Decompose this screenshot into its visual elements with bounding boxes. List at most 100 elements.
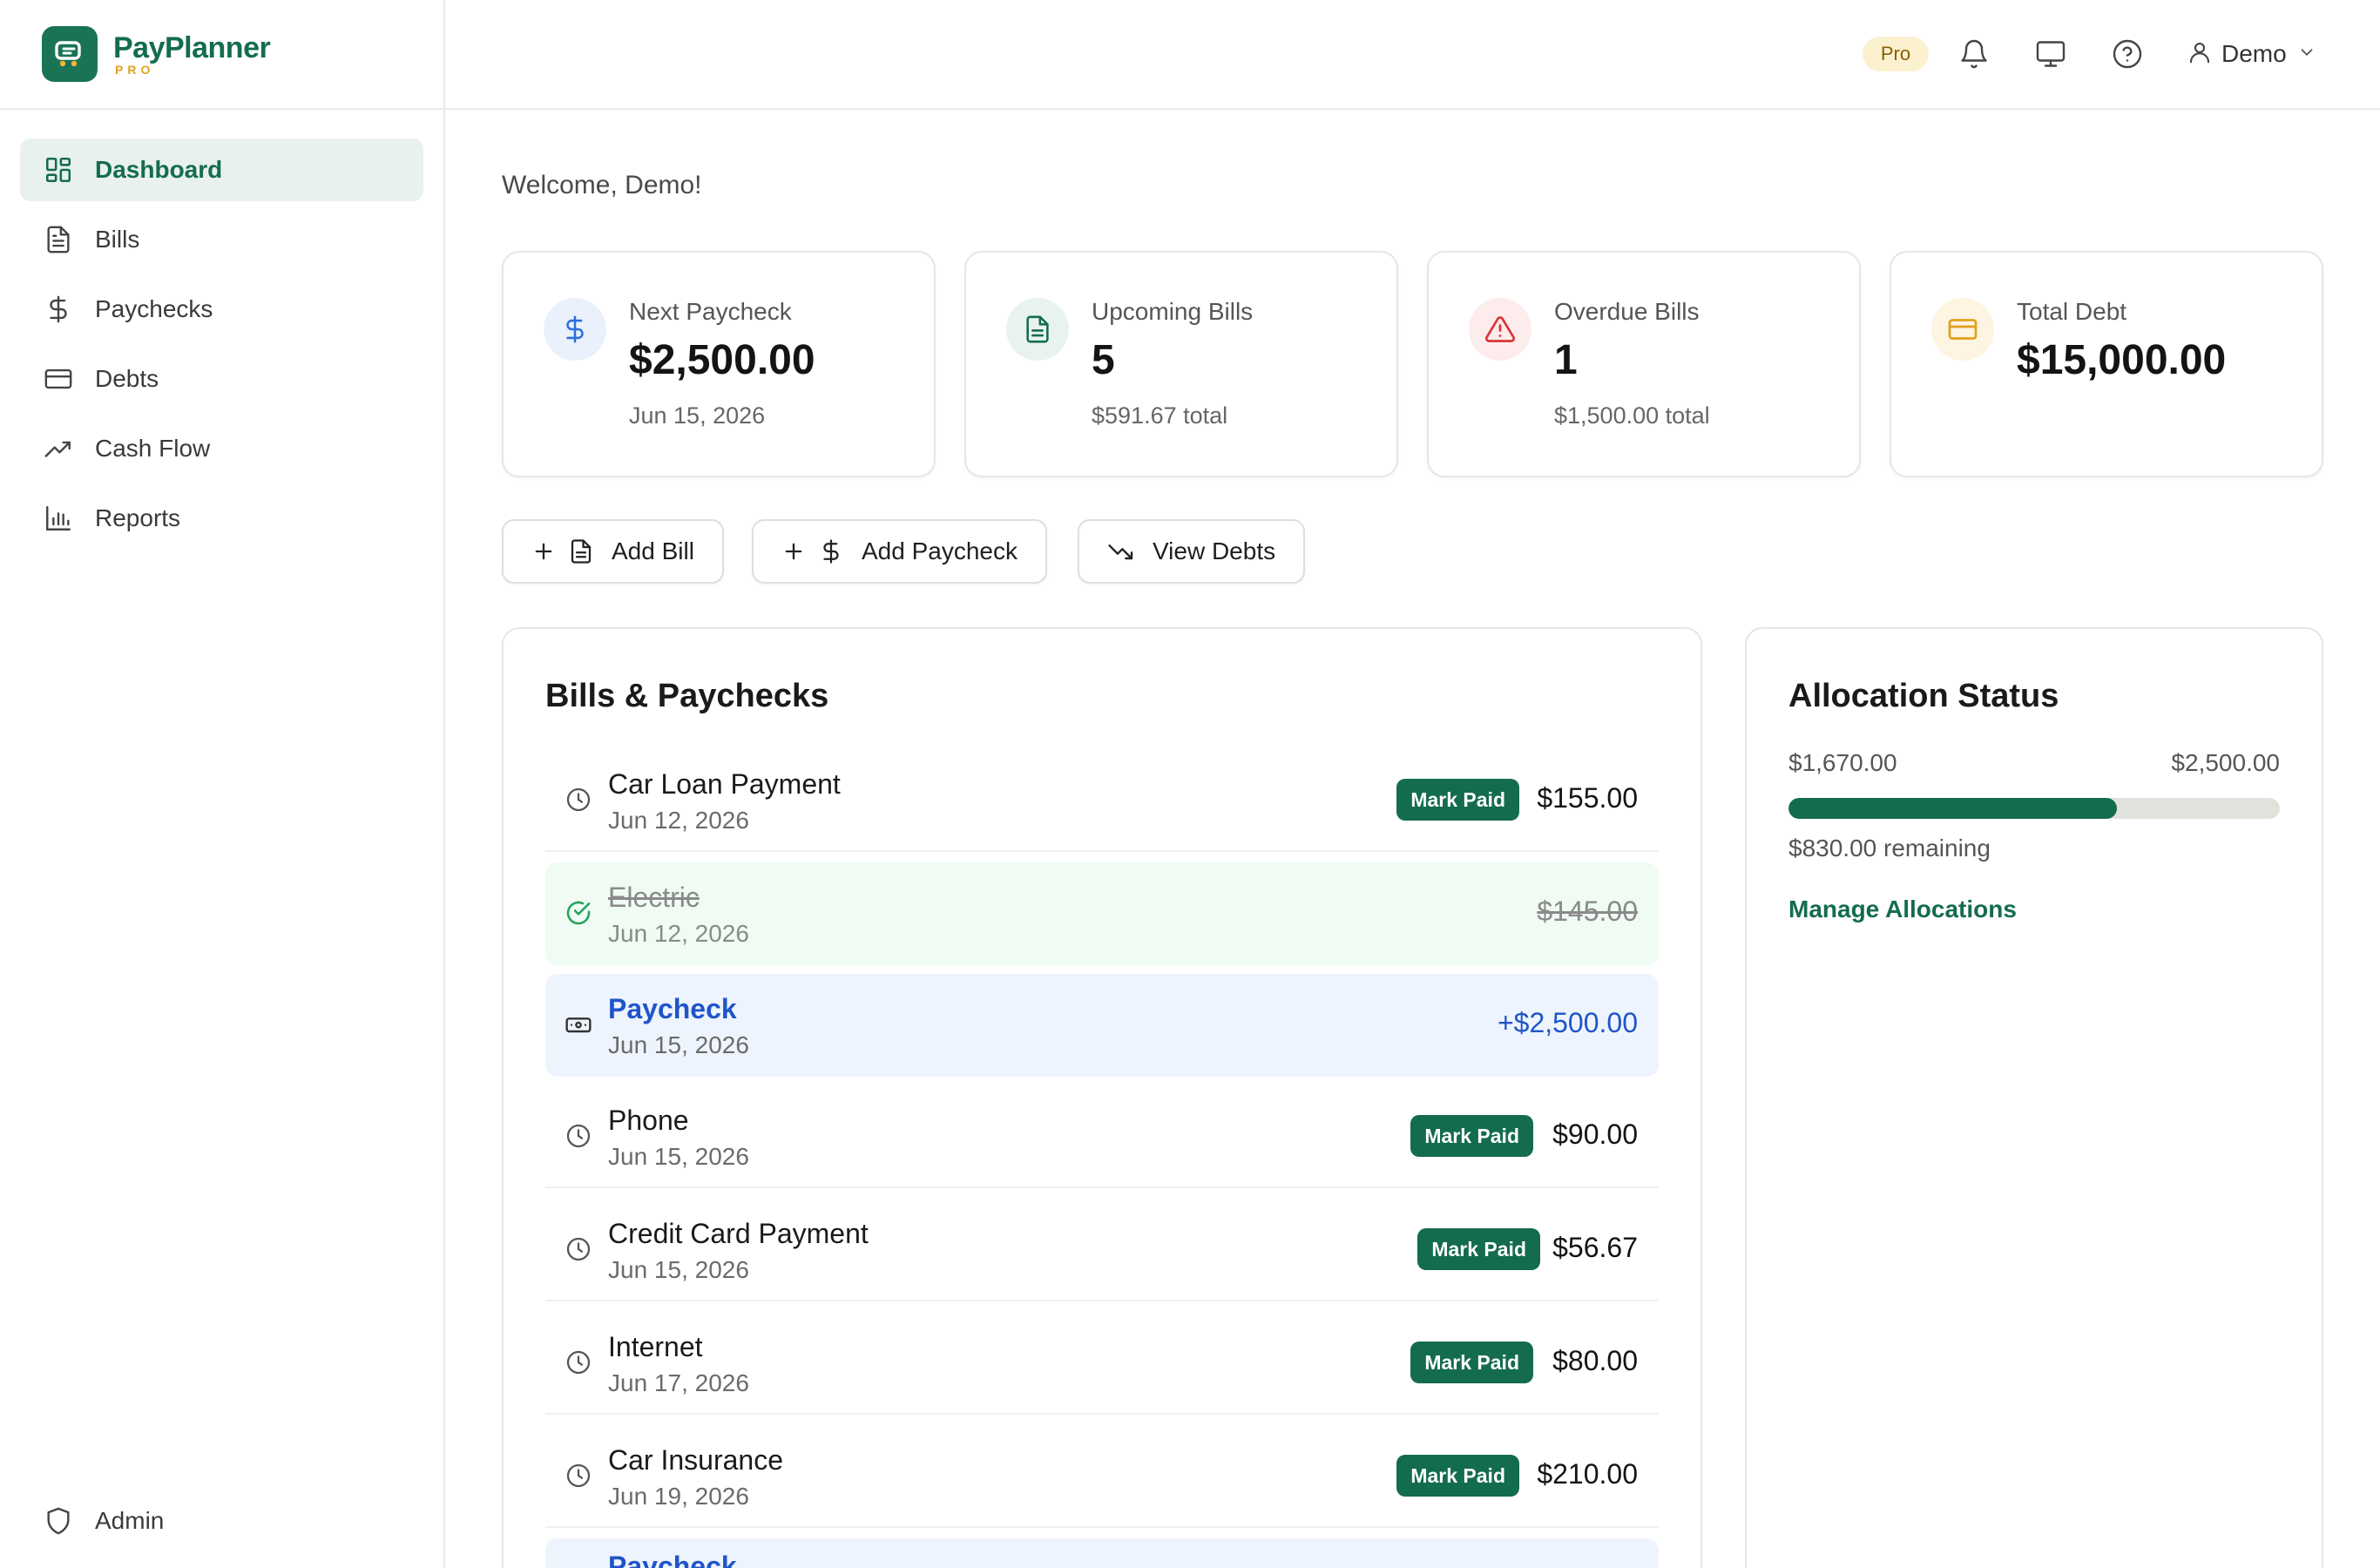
credit-card-icon (43, 363, 74, 395)
item-date: Jun 12, 2026 (608, 920, 749, 947)
item-amount: $210.00 (1537, 1458, 1638, 1490)
sidebar-item-cash-flow[interactable]: Cash Flow (20, 417, 423, 480)
mark-paid-button[interactable]: Mark Paid (1396, 779, 1519, 821)
item-date: Jun 15, 2026 (608, 1031, 749, 1058)
allocation-progress-bar (1788, 798, 2280, 819)
stat-label: Total Debt (2017, 298, 2127, 325)
document-icon (568, 538, 594, 564)
mark-paid-button[interactable]: Mark Paid (1396, 1455, 1519, 1497)
add-bill-label: Add Bill (612, 537, 694, 564)
sidebar-item-label: Reports (95, 504, 181, 531)
sidebar-item-label: Debts (95, 365, 159, 392)
item-date: Jun 19, 2026 (608, 1483, 749, 1510)
stat-label: Overdue Bills (1554, 298, 1700, 325)
sidebar-item-label: Dashboard (95, 156, 223, 183)
help-icon[interactable] (2108, 35, 2147, 73)
list-item[interactable]: Car Loan Payment Jun 12, 2026 Mark Paid … (545, 749, 1659, 852)
sidebar-item-label: Admin (95, 1507, 165, 1534)
welcome-message: Welcome, Demo! (502, 171, 702, 199)
plus-icon (781, 539, 806, 564)
banknote-icon (563, 1009, 594, 1040)
stat-subtext: $1,500.00 total (1554, 402, 1710, 429)
item-date: Jun 12, 2026 (608, 807, 749, 834)
sidebar-item-label: Cash Flow (95, 435, 211, 462)
sidebar-item-debts[interactable]: Debts (20, 348, 423, 410)
stat-label: Upcoming Bills (1092, 298, 1254, 325)
add-paycheck-button[interactable]: Add Paycheck (752, 519, 1047, 584)
brand[interactable]: PayPlanner PRO (0, 0, 443, 110)
brand-name: PayPlanner (113, 31, 271, 64)
sidebar-nav: Dashboard Bills Paychecks Debts Cash Flo… (20, 139, 423, 557)
stat-card-overdue-bills: Overdue Bills 1 $1,500.00 total (1427, 251, 1861, 477)
bar-chart-icon (43, 503, 74, 534)
brand-tier: PRO (115, 63, 155, 77)
item-amount: $145.00 (1537, 896, 1638, 927)
sidebar-item-paychecks[interactable]: Paychecks (20, 278, 423, 341)
mark-paid-button[interactable]: Mark Paid (1417, 1228, 1540, 1270)
mark-paid-button[interactable]: Mark Paid (1410, 1115, 1533, 1157)
user-menu[interactable]: Demo (2187, 33, 2316, 75)
bell-icon[interactable] (1955, 35, 1993, 73)
item-name: Phone (608, 1105, 689, 1136)
list-item[interactable]: Phone Jun 15, 2026 Mark Paid $90.00 (545, 1085, 1659, 1188)
stat-label: Next Paycheck (629, 298, 792, 325)
alert-triangle-icon (1469, 298, 1531, 361)
list-item[interactable]: Credit Card Payment Jun 15, 2026 Mark Pa… (545, 1199, 1659, 1301)
document-icon (1006, 298, 1069, 361)
add-bill-button[interactable]: Add Bill (502, 519, 724, 584)
list-item[interactable]: Car Insurance Jun 19, 2026 Mark Paid $21… (545, 1425, 1659, 1528)
list-item[interactable]: Internet Jun 17, 2026 Mark Paid $80.00 (545, 1312, 1659, 1415)
item-name: Car Loan Payment (608, 768, 841, 800)
dollar-icon (818, 538, 844, 564)
app-logo-icon (42, 26, 98, 82)
item-amount: +$2,500.00 (1497, 1007, 1638, 1038)
clock-icon (563, 1347, 594, 1378)
monitor-icon[interactable] (2032, 35, 2070, 73)
credit-card-icon (1931, 298, 1994, 361)
item-name: Credit Card Payment (608, 1218, 869, 1249)
list-item[interactable]: Electric Jun 12, 2026 $145.00 (545, 862, 1659, 965)
item-name: Paycheck (608, 1551, 737, 1568)
item-amount: $80.00 (1552, 1345, 1638, 1376)
bills-paychecks-panel: Bills & Paychecks Car Loan Payment Jun 1… (502, 627, 1702, 1568)
list-item[interactable]: Paycheck Jun 15, 2026 +$2,500.00 (545, 974, 1659, 1077)
sidebar-item-dashboard[interactable]: Dashboard (20, 139, 423, 201)
allocated-amount: $1,670.00 (1788, 749, 1897, 776)
sidebar-item-reports[interactable]: Reports (20, 487, 423, 550)
add-paycheck-label: Add Paycheck (862, 537, 1018, 564)
item-name: Paycheck (608, 993, 737, 1024)
item-date: Jun 17, 2026 (608, 1369, 749, 1396)
sidebar-item-admin[interactable]: Admin (20, 1490, 423, 1552)
sidebar-item-bills[interactable]: Bills (20, 208, 423, 271)
clock-icon (563, 1460, 594, 1491)
stat-value: $15,000.00 (2017, 337, 2227, 383)
trending-down-icon (1107, 537, 1135, 565)
dollar-icon (544, 298, 606, 361)
remaining-amount: $830.00 remaining (1788, 835, 1991, 862)
panel-title: Allocation Status (1788, 678, 2059, 714)
item-amount: $56.67 (1552, 1232, 1638, 1263)
stat-subtext: $591.67 total (1092, 402, 1228, 429)
plus-icon (531, 539, 556, 564)
manage-allocations-link[interactable]: Manage Allocations (1788, 896, 2017, 923)
stat-card-next-paycheck: Next Paycheck $2,500.00 Jun 15, 2026 (502, 251, 936, 477)
stat-value: 1 (1554, 337, 1578, 383)
stat-value: 5 (1092, 337, 1115, 383)
item-name: Car Insurance (608, 1444, 783, 1476)
stat-card-total-debt: Total Debt $15,000.00 (1890, 251, 2323, 477)
total-amount: $2,500.00 (2171, 749, 2280, 776)
item-name: Internet (608, 1331, 703, 1362)
dashboard-icon (43, 154, 74, 186)
chevron-down-icon (2297, 43, 2316, 66)
document-icon (43, 224, 74, 255)
plan-badge: Pro (1863, 37, 1929, 71)
shield-icon (43, 1505, 74, 1537)
clock-icon (563, 1120, 594, 1152)
list-item[interactable]: Paycheck (545, 1538, 1659, 1568)
mark-paid-button[interactable]: Mark Paid (1410, 1342, 1533, 1383)
allocation-progress-fill (1788, 798, 2117, 819)
view-debts-button[interactable]: View Debts (1078, 519, 1306, 584)
stat-subtext: Jun 15, 2026 (629, 402, 766, 429)
panel-title: Bills & Paychecks (545, 678, 829, 714)
user-name: Demo (2221, 40, 2287, 67)
